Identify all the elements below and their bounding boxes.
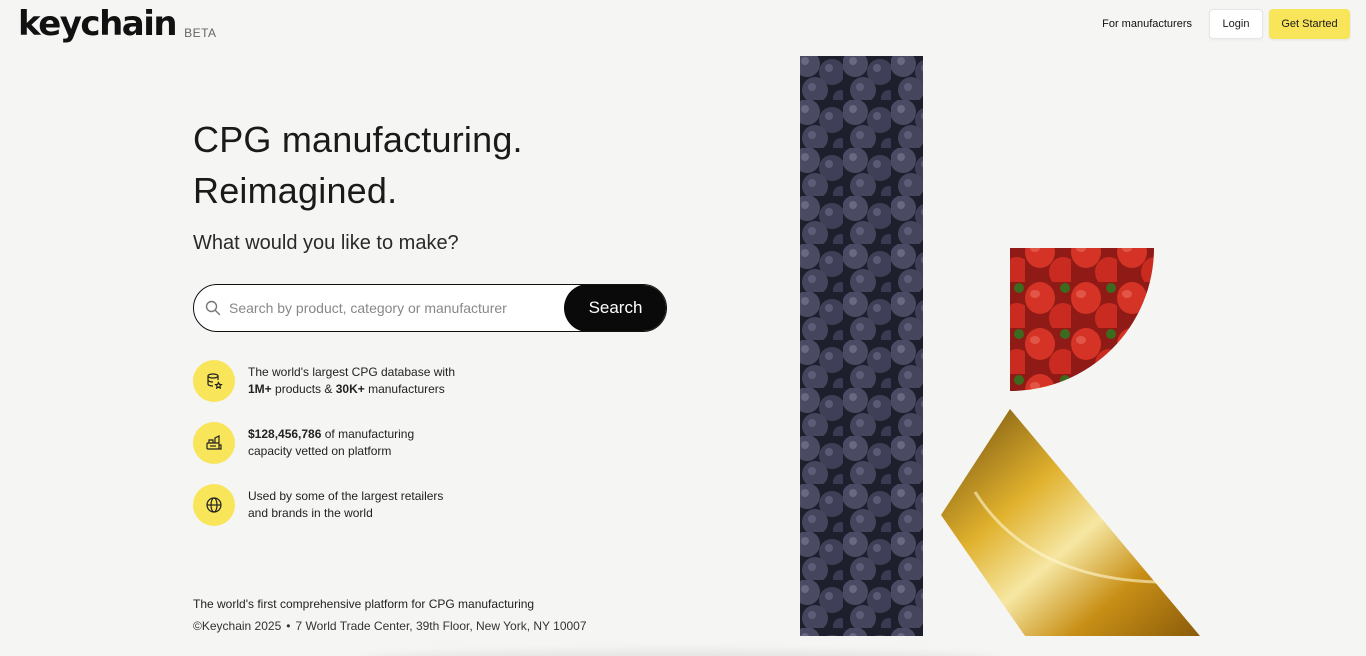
feature-text-part: products & [271,382,336,396]
feature-text: The world's largest CPG database with 1M… [248,364,455,398]
manufacturer-count: 30K+ [335,382,365,396]
feature-item: The world's largest CPG database with 1M… [193,360,455,402]
feature-text-part: manufacturers [364,382,445,396]
footer-copyright: ©Keychain 2025 • 7 World Trade Center, 39t… [193,619,587,633]
globe-icon [193,484,235,526]
copyright-text: ©Keychain 2025 [193,619,282,633]
feature-text-line: and brands in the world [248,506,373,520]
headline-line-1: CPG manufacturing. [193,119,523,160]
olive-oil-image [941,409,1200,636]
footer-tagline: The world's first comprehensive platform… [193,597,535,611]
database-icon [193,360,235,402]
top-nav: For manufacturers Login Get Started [1102,9,1350,39]
logo[interactable]: keychain BETA [18,4,217,44]
search-input[interactable] [229,300,564,316]
search-icon [205,300,221,316]
product-count: 1M+ [248,382,272,396]
capacity-value: $128,456,786 [248,427,322,441]
feature-text-line: Used by some of the largest retailers [248,489,444,503]
feature-item: Used by some of the largest retailers an… [193,484,455,526]
strawberry-image [1010,248,1154,391]
headline-line-2: Reimagined. [193,170,398,211]
search-button[interactable]: Search [563,285,666,331]
factory-icon [193,422,235,464]
feature-text-part: of manufacturing [321,427,415,441]
grape-image [800,56,923,636]
for-manufacturers-link[interactable]: For manufacturers [1102,18,1192,30]
feature-text: Used by some of the largest retailers an… [248,488,443,522]
hero-artwork [800,56,1200,636]
bottom-shadow [360,650,1000,656]
feature-item: $128,456,786 of manufacturing capacity v… [193,422,455,464]
login-button[interactable]: Login [1209,9,1263,39]
hero-headline: CPG manufacturing. Reimagined. [193,114,523,216]
feature-list: The world's largest CPG database with 1M… [193,360,455,546]
feature-text-line: The world's largest CPG database with [248,365,456,379]
separator-dot: • [286,619,291,633]
search-bar: Search [193,284,667,332]
get-started-button[interactable]: Get Started [1269,9,1350,39]
feature-text-line: capacity vetted on platform [248,444,392,458]
address-text: 7 World Trade Center, 39th Floor, New Yo… [295,619,587,633]
feature-text: $128,456,786 of manufacturing capacity v… [248,426,414,460]
logo-wordmark: keychain [18,4,178,44]
hero-subhead: What would you like to make? [193,232,459,254]
beta-badge: BETA [184,26,217,40]
